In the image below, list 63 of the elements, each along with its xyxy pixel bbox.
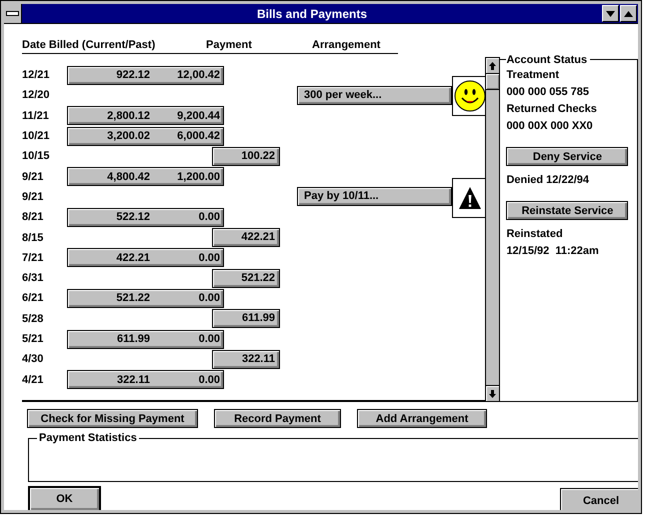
system-menu-button[interactable] <box>4 4 22 23</box>
bill-entry[interactable]: 4,800.42 1,200.00 <box>67 167 224 186</box>
column-header: Arrangement <box>312 39 380 53</box>
date-label: 8/15 <box>22 232 44 244</box>
column-header: Date Billed (Current/Past) <box>22 39 156 53</box>
date-label: 11/21 <box>22 110 50 122</box>
scrollbar[interactable] <box>485 57 500 402</box>
bill-entry[interactable]: 2,800.12 9,200.44 <box>67 106 224 126</box>
cancel-button[interactable]: Cancel <box>560 488 638 510</box>
arrangement-button[interactable]: Pay by 10/11... <box>297 187 452 206</box>
up-arrow-icon <box>489 62 496 70</box>
minimize-button[interactable] <box>602 5 619 22</box>
status-text: 000 00X 000 XX0 <box>506 119 593 134</box>
warning-icon <box>458 186 482 210</box>
date-label: 4/30 <box>22 353 44 366</box>
status-text: Reinstated <box>506 227 563 242</box>
payment-entry[interactable]: 422.21 <box>212 228 280 248</box>
status-text: Treatment <box>506 68 560 83</box>
down-arrow-icon <box>489 390 496 398</box>
bill-entry[interactable]: 322.11 0.00 <box>67 370 224 390</box>
window-title: Bills and Payments <box>256 6 368 20</box>
group-title: Payment Statistics <box>37 431 139 445</box>
service-button[interactable]: Deny Service <box>506 147 628 166</box>
bill-entry[interactable]: 521.22 0.00 <box>67 288 224 308</box>
date-label: 10/21 <box>22 130 51 142</box>
up-triangle-icon <box>624 10 633 16</box>
scroll-thumb[interactable] <box>486 74 500 90</box>
bill-entry[interactable]: 3,200.02 6,000.42 <box>67 126 224 146</box>
maximize-button[interactable] <box>620 5 637 22</box>
payment-entry[interactable]: 322.11 <box>212 350 280 369</box>
bill-entry[interactable]: 922.12 12,00.42 <box>67 66 224 85</box>
arrangement-button[interactable]: 300 per week... <box>297 86 452 105</box>
date-label: 5/21 <box>22 333 44 345</box>
bill-entry[interactable]: 422.21 0.00 <box>67 248 224 268</box>
date-label: 12/20 <box>22 89 51 102</box>
payment-entry[interactable]: 611.99 <box>212 309 280 328</box>
ok-button[interactable]: OK <box>28 486 101 510</box>
action-button[interactable]: Record Payment <box>214 409 341 428</box>
bill-entry[interactable]: 611.99 0.00 <box>67 330 224 348</box>
status-text: Returned Checks <box>506 102 597 117</box>
service-button[interactable]: Reinstate Service <box>506 201 628 220</box>
date-label: 4/21 <box>22 374 44 386</box>
down-triangle-icon <box>606 10 615 16</box>
date-label: 8/21 <box>22 211 44 224</box>
date-label: 9/21 <box>22 190 44 203</box>
date-label: 6/21 <box>22 292 44 304</box>
date-label: 7/21 <box>22 252 44 264</box>
date-label: 6/31 <box>22 272 44 284</box>
payment-entry[interactable]: 521.22 <box>212 268 280 288</box>
payment-entry[interactable]: 100.22 <box>212 146 280 166</box>
status-text: 12/15/92 11:22am <box>506 244 599 259</box>
date-label: 12/21 <box>22 69 51 82</box>
bill-entry[interactable]: 522.12 0.00 <box>67 208 224 227</box>
status-text: 000 000 055 785 <box>506 85 590 100</box>
scroll-up-button[interactable] <box>486 58 500 74</box>
date-label: 5/28 <box>22 312 44 325</box>
date-label: 10/15 <box>22 150 51 162</box>
action-button[interactable]: Add Arrangement <box>357 409 487 428</box>
column-header: Payment <box>206 39 253 53</box>
action-button[interactable]: Check for Missing Payment <box>27 409 198 428</box>
status-text: Denied 12/22/94 <box>506 173 589 188</box>
date-label: 9/21 <box>22 170 44 183</box>
scroll-down-button[interactable] <box>486 385 500 401</box>
